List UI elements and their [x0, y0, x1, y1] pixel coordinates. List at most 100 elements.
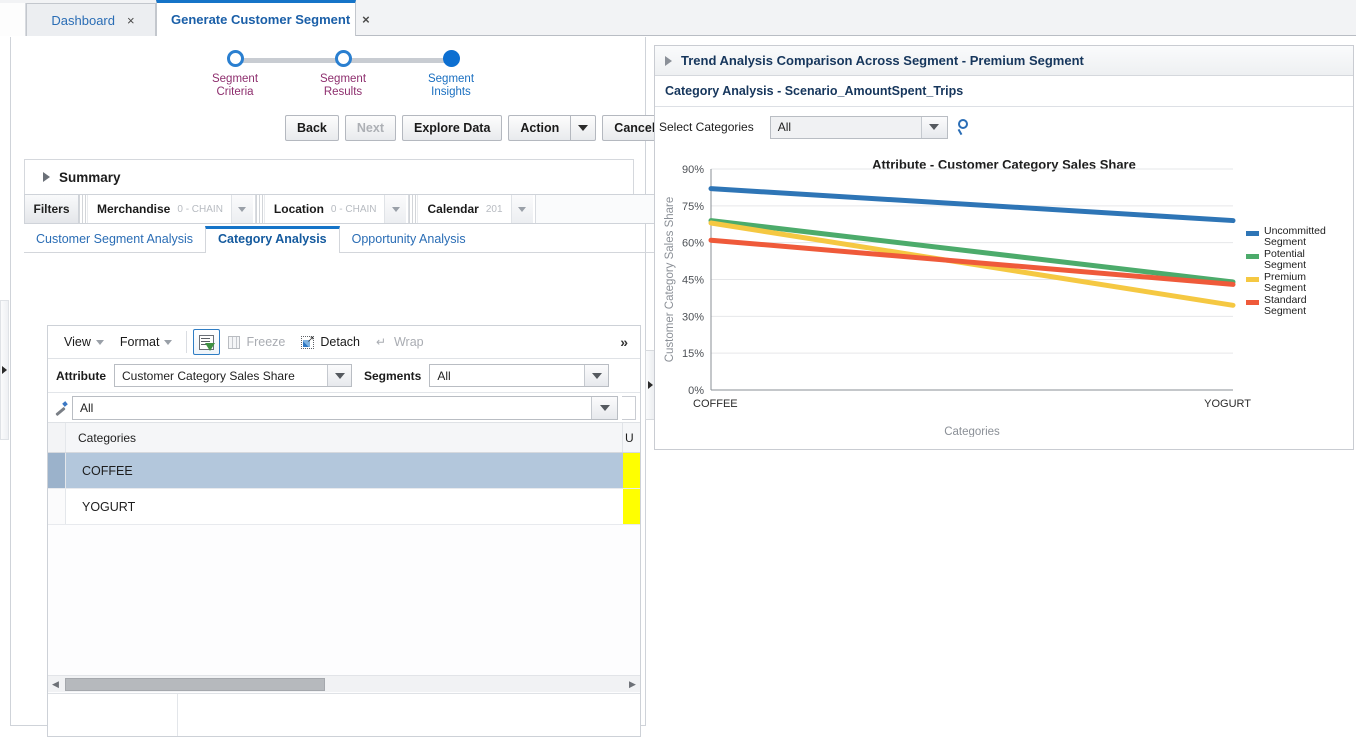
action-button[interactable]: Action	[508, 114, 571, 141]
filter-merchandise-dropdown[interactable]	[230, 195, 253, 223]
grid-scope-trailing-stub	[622, 395, 636, 420]
attribute-segments-row: Attribute Customer Category Sales Share …	[48, 359, 640, 393]
attribute-dropdown-button[interactable]	[327, 365, 351, 386]
filter-calendar[interactable]: Calendar 201	[409, 195, 536, 223]
detach-button[interactable]: Detach	[293, 329, 368, 355]
train-step-segment-criteria[interactable]: Segment Criteria	[175, 49, 295, 99]
segments-select[interactable]: All	[429, 364, 610, 387]
edit-pencil-icon[interactable]	[54, 401, 68, 415]
select-categories-input[interactable]: All	[769, 115, 948, 139]
wrap-button[interactable]: ↵ Wrap	[368, 329, 432, 355]
table-row[interactable]: YOGURT	[48, 489, 640, 525]
filter-calendar-dropdown[interactable]	[510, 195, 533, 223]
drag-grip-icon[interactable]	[255, 195, 265, 223]
explore-data-button[interactable]: Explore Data	[401, 114, 503, 141]
tab-dashboard[interactable]: Dashboard ×	[26, 3, 156, 36]
filter-location[interactable]: Location 0 - CHAIN	[255, 195, 410, 223]
train-step-label: Segment Results	[283, 73, 403, 99]
toolbar-overflow-button[interactable]: »	[620, 334, 628, 350]
legend-label: Segment	[1264, 259, 1306, 271]
attribute-select[interactable]: Customer Category Sales Share	[114, 364, 352, 387]
action-split-button[interactable]: Action	[508, 114, 597, 141]
tab-generate-close-icon[interactable]: ×	[362, 12, 370, 27]
left-pane-splitter[interactable]	[0, 300, 9, 440]
scrollbar-thumb[interactable]	[65, 677, 325, 691]
trend-analysis-header[interactable]: Trend Analysis Comparison Across Segment…	[655, 46, 1353, 76]
chevron-down-icon	[95, 339, 104, 345]
wizard-train: Segment Criteria Segment Results Segment…	[161, 49, 521, 117]
back-button[interactable]: Back	[285, 114, 339, 141]
grid-footer-cell-2	[178, 694, 640, 736]
chevron-down-icon	[929, 124, 940, 130]
train-step-segment-results[interactable]: Segment Results	[283, 49, 403, 99]
detach-icon	[301, 334, 315, 349]
y-axis-tick-label: 30%	[682, 311, 704, 323]
freeze-button[interactable]: Freeze	[220, 329, 293, 355]
next-button: Next	[344, 114, 396, 141]
filter-merchandise-label: Merchandise	[97, 202, 171, 216]
legend-swatch	[1246, 300, 1259, 305]
action-dropdown-button[interactable]	[570, 114, 597, 141]
filters-filler	[535, 195, 655, 223]
y-axis-tick-label: 0%	[688, 385, 704, 397]
train-step-segment-insights[interactable]: Segment Insights	[391, 49, 511, 99]
scroll-right-icon[interactable]: ▶	[625, 679, 640, 690]
toolbar-divider	[186, 331, 188, 353]
grid-column-categories[interactable]: Categories	[66, 423, 623, 452]
wrap-text-icon: ↵	[375, 335, 387, 349]
filter-merchandise[interactable]: Merchandise 0 - CHAIN	[79, 195, 256, 223]
wrap-label: Wrap	[393, 335, 424, 349]
left-content-pane: Segment Criteria Segment Results Segment…	[10, 37, 668, 737]
select-categories-dropdown-button[interactable]	[920, 116, 947, 138]
summary-title: Summary	[59, 169, 121, 185]
view-menu[interactable]: View	[56, 330, 112, 354]
grid-header-gutter	[48, 423, 66, 452]
tab-generate-customer-segment[interactable]: Generate Customer Segment ×	[156, 0, 370, 36]
legend-swatch	[1246, 231, 1259, 236]
detach-label: Detach	[320, 335, 360, 349]
drag-grip-icon[interactable]	[79, 195, 88, 223]
subtab-category-analysis[interactable]: Category Analysis	[205, 226, 340, 253]
grid-scope-value: All	[80, 400, 94, 415]
grid-horizontal-scrollbar[interactable]: ◀ ▶	[48, 675, 640, 692]
grid-scope-dropdown-button[interactable]	[591, 396, 617, 419]
query-by-example-button[interactable]	[193, 329, 221, 355]
disclosure-triangle-icon[interactable]	[43, 172, 50, 182]
table-row[interactable]: COFFEE	[48, 453, 640, 489]
drag-grip-icon[interactable]	[409, 195, 419, 223]
train-step-label: Segment Insights	[391, 73, 511, 99]
row-category-value: YOGURT	[82, 499, 136, 514]
row-gutter[interactable]	[48, 489, 66, 524]
subtab-customer-segment-analysis[interactable]: Customer Segment Analysis	[24, 229, 205, 252]
summary-section-header[interactable]: Summary	[24, 159, 634, 194]
filter-location-dropdown[interactable]	[384, 195, 407, 223]
chevron-down-icon	[599, 404, 610, 411]
chart-canvas: 0% 15% 30% 45% 60% 75% 90% COFFEE YOGURT Categori…	[664, 164, 1326, 437]
segments-dropdown-button[interactable]	[584, 365, 609, 386]
grid-column-u[interactable]: U	[623, 423, 640, 452]
filter-calendar-value: 201	[485, 203, 503, 215]
grid-footer	[48, 693, 640, 736]
subtab-opportunity-analysis[interactable]: Opportunity Analysis	[340, 229, 478, 252]
train-step-dot-icon	[226, 50, 244, 67]
train-step-label: Segment Criteria	[175, 73, 295, 99]
filter-merchandise-value: 0 - CHAIN	[177, 203, 223, 215]
disclosure-triangle-icon[interactable]	[665, 55, 672, 66]
row-u-cell	[623, 453, 640, 488]
freeze-columns-icon	[228, 335, 241, 349]
format-menu[interactable]: Format	[112, 330, 181, 354]
row-gutter[interactable]	[48, 453, 66, 488]
row-category-value: COFFEE	[82, 463, 133, 478]
grid-all-selector-row: All	[48, 393, 640, 423]
grid-scope-select[interactable]: All	[72, 395, 618, 420]
browser-tab-strip: Dashboard × Generate Customer Segment ×	[0, 0, 1356, 36]
chevron-down-icon	[578, 124, 589, 131]
expand-arrow-icon	[647, 381, 653, 389]
chevron-down-icon	[518, 206, 527, 212]
search-icon[interactable]	[956, 118, 974, 136]
scroll-left-icon[interactable]: ◀	[48, 679, 63, 690]
scrollbar-track[interactable]	[63, 676, 625, 692]
tab-strip-filler	[0, 3, 26, 36]
tab-dashboard-close-icon[interactable]: ×	[127, 13, 135, 28]
select-categories-value: All	[770, 116, 921, 138]
